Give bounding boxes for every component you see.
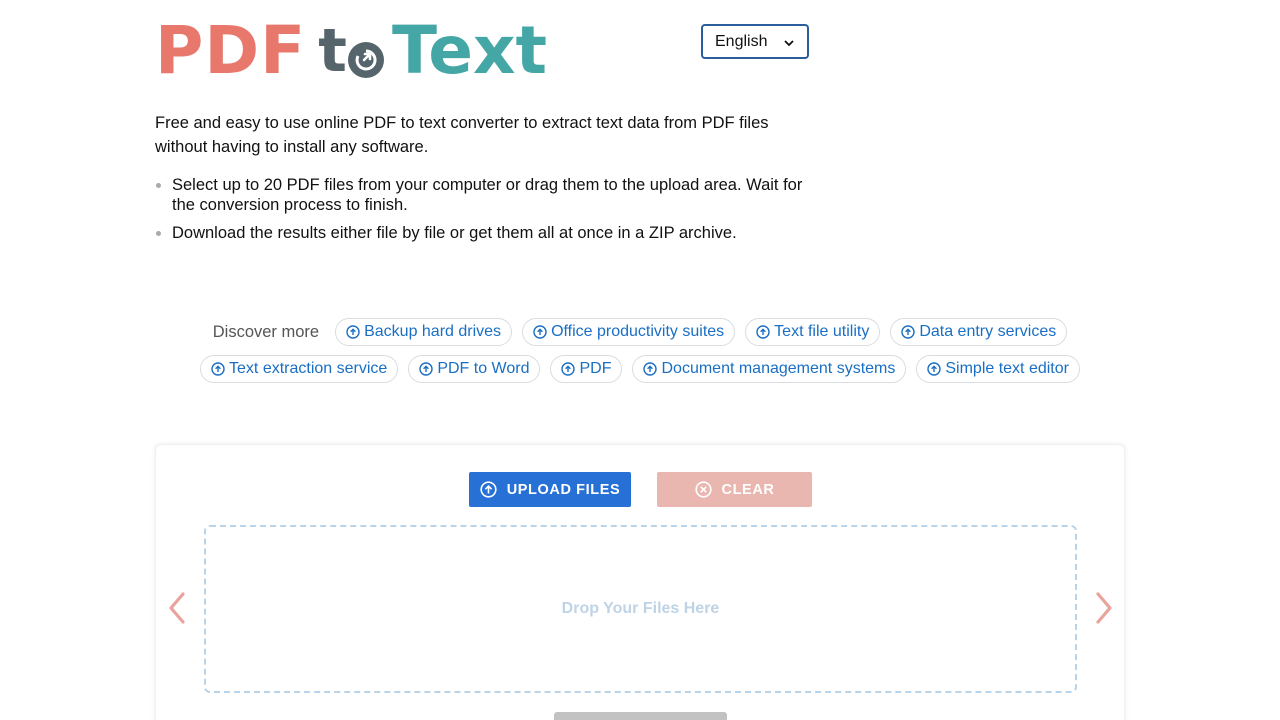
chevron-down-icon	[783, 36, 795, 54]
chip-label: Simple text editor	[945, 360, 1069, 377]
chip-label: Document management systems	[661, 360, 896, 377]
download-all-button[interactable]	[554, 712, 727, 720]
arrow-circle-icon	[901, 325, 916, 339]
refresh-icon	[347, 42, 384, 78]
discover-chip-simple-text-editor[interactable]: Simple text editor	[916, 355, 1080, 383]
chip-label: Data entry services	[919, 323, 1057, 340]
chip-label: PDF	[579, 360, 612, 377]
logo-text: Text	[391, 12, 548, 89]
logo-to: t	[318, 20, 384, 82]
arrow-circle-icon	[643, 362, 658, 376]
logo-to-t: t	[318, 16, 347, 86]
discover-chip-data-entry-services[interactable]: Data entry services	[890, 318, 1068, 346]
chip-label: Office productivity suites	[551, 323, 725, 340]
intro-text: Free and easy to use online PDF to text …	[155, 114, 769, 156]
discover-chip-text-extraction-service[interactable]: Text extraction service	[200, 355, 399, 383]
dropzone-text: Drop Your Files Here	[561, 600, 720, 617]
chip-label: PDF to Word	[437, 360, 530, 377]
chip-label: Backup hard drives	[364, 323, 502, 340]
discover-row-2: Text extraction service PDF to Word PDF …	[0, 355, 1280, 383]
arrow-circle-icon	[346, 325, 360, 339]
chip-label: Text extraction service	[229, 360, 388, 377]
chevron-left-icon[interactable]	[166, 591, 188, 630]
chevron-right-icon[interactable]	[1093, 591, 1115, 630]
arrow-circle-icon	[756, 325, 770, 339]
discover-chip-backup-hard-drives[interactable]: Backup hard drives	[335, 318, 513, 346]
discover-chip-document-management-systems[interactable]: Document management systems	[632, 355, 907, 383]
discover-row-1: Discover more Backup hard drives Office …	[0, 318, 1280, 346]
discover-chip-pdf-to-word[interactable]: PDF to Word	[408, 355, 541, 383]
file-dropzone[interactable]: Drop Your Files Here	[204, 525, 1077, 693]
instructions-list: Select up to 20 PDF files from your comp…	[155, 175, 815, 251]
clear-button[interactable]: CLEAR	[657, 472, 812, 507]
uploader-card: UPLOAD FILES CLEAR Drop Your Files Here	[155, 444, 1125, 720]
logo-pdf: PDF	[155, 12, 307, 89]
arrow-circle-icon	[561, 362, 576, 376]
instruction-item: Download the results either file by file…	[155, 223, 815, 243]
upload-icon	[480, 481, 497, 498]
discover-more-section: Discover more Backup hard drives Office …	[0, 318, 1280, 392]
upload-files-button[interactable]: UPLOAD FILES	[469, 472, 631, 507]
upload-files-label: UPLOAD FILES	[506, 481, 621, 498]
arrow-circle-icon	[927, 362, 942, 376]
site-logo[interactable]: PDF t Text	[155, 12, 548, 89]
clear-label: CLEAR	[721, 481, 775, 498]
instruction-item: Select up to 20 PDF files from your comp…	[155, 175, 815, 215]
discover-chip-office-productivity-suites[interactable]: Office productivity suites	[522, 318, 736, 346]
chip-label: Text file utility	[774, 323, 870, 340]
arrow-circle-icon	[419, 362, 434, 376]
close-circle-icon	[694, 481, 712, 498]
discover-label: Discover more	[212, 322, 320, 341]
language-select[interactable]: English	[701, 24, 809, 59]
arrow-circle-icon	[533, 325, 547, 339]
arrow-circle-icon	[211, 362, 225, 376]
discover-chip-text-file-utility[interactable]: Text file utility	[745, 318, 881, 346]
discover-chip-pdf[interactable]: PDF	[550, 355, 623, 383]
language-selected: English	[715, 32, 768, 50]
